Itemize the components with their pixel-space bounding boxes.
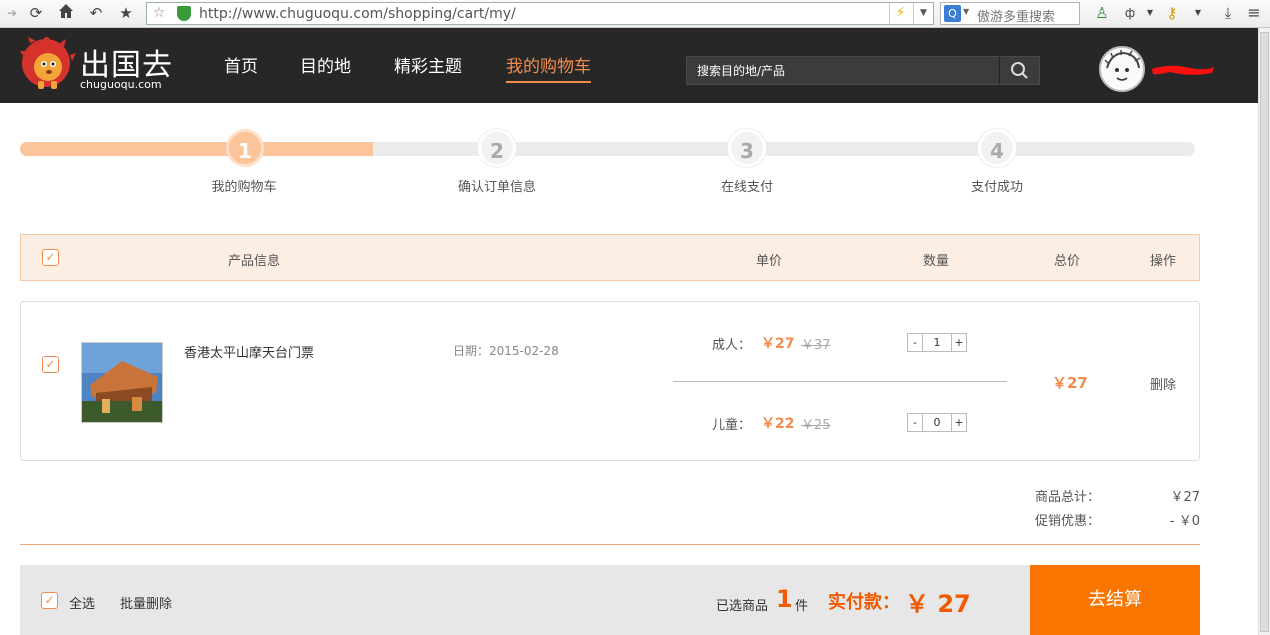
home-icon[interactable]	[56, 3, 76, 23]
chevron-down-icon[interactable]: ▼	[1140, 3, 1160, 23]
discount-value: - ￥0	[1169, 514, 1200, 529]
header-unit-price: 单价	[756, 254, 783, 269]
site-header: 出国去 chuguoqu.com 首页 目的地 精彩主题 我的购物车	[0, 28, 1258, 103]
refresh-icon[interactable]: ⟳	[26, 3, 46, 23]
page-scrollbar[interactable]	[1258, 28, 1270, 635]
site-search-bar	[686, 56, 1040, 85]
header-action: 操作	[1150, 254, 1177, 269]
cart-item: ✓ 香港太平山摩天台门票 日期：2015-02-28 成人： ￥27 ￥37 -…	[20, 301, 1200, 461]
step-4-label: 支付成功	[970, 180, 1023, 195]
batch-delete-link[interactable]: 批量删除	[120, 593, 172, 612]
checkout-button[interactable]: 去结算	[1030, 565, 1200, 635]
child-minus-button[interactable]: -	[908, 414, 923, 431]
child-label: 儿童：	[712, 418, 752, 433]
adult-minus-button[interactable]: -	[908, 334, 923, 351]
download-icon[interactable]: ⤓	[1218, 3, 1238, 23]
price-divider	[673, 381, 1007, 382]
product-date: 日期：2015-02-28	[453, 344, 559, 358]
child-quantity-value[interactable]: 0	[923, 414, 951, 431]
selected-prefix: 已选商品	[716, 599, 769, 614]
step-2-label: 确认订单信息	[457, 180, 536, 195]
nav-my-cart[interactable]: 我的购物车	[506, 52, 591, 83]
selected-count: 1	[776, 585, 793, 613]
summary-divider	[20, 544, 1200, 545]
child-original-price: ￥25	[801, 418, 831, 433]
scrollbar-thumb[interactable]	[1260, 32, 1269, 632]
browser-search-box[interactable]: Q ▼ 傲游多重搜索	[940, 2, 1080, 25]
user-icon[interactable]: ♙	[1092, 3, 1112, 23]
select-all-checkbox[interactable]: ✓	[41, 592, 58, 609]
checkout-bar: ✓ 全选 批量删除 已选商品 1 件 实付款： ￥ 27 去结算	[20, 565, 1200, 635]
step-4-circle: 4	[978, 129, 1016, 167]
search-engine-icon[interactable]: Q	[944, 5, 961, 22]
username-redacted	[1150, 62, 1216, 76]
star-outline-icon[interactable]: ☆	[149, 3, 169, 23]
pay-label: 实付款：	[828, 592, 900, 613]
nav-themes[interactable]: 精彩主题	[394, 52, 462, 77]
translate-icon[interactable]: ф	[1120, 3, 1140, 23]
logo-english[interactable]: chuguoqu.com	[80, 78, 162, 91]
menu-icon[interactable]: ≡	[1244, 3, 1264, 23]
step-1-circle: 1	[226, 129, 264, 167]
avatar[interactable]	[1099, 46, 1145, 92]
child-quantity-stepper: - 0 +	[907, 413, 967, 432]
step-1-label: 我的购物车	[211, 180, 277, 195]
header-select-checkbox[interactable]: ✓	[42, 249, 59, 266]
product-thumbnail[interactable]	[81, 342, 163, 423]
pay-amount: ￥ 27	[905, 590, 971, 618]
adult-quantity-stepper: - 1 +	[907, 333, 967, 352]
adult-plus-button[interactable]: +	[951, 334, 966, 351]
progress-fill	[20, 142, 373, 156]
adult-label: 成人：	[712, 338, 752, 353]
step-3-label: 在线支付	[720, 180, 773, 195]
subtotal-label: 商品总计：	[1035, 490, 1101, 505]
header-total: 总价	[1054, 254, 1081, 269]
browser-search-placeholder: 傲游多重搜索	[977, 10, 1056, 25]
bookmark-star-icon[interactable]: ★	[116, 3, 136, 23]
chevron-down-icon[interactable]: ▼	[1188, 3, 1208, 23]
nav-home[interactable]: 首页	[224, 52, 258, 77]
site-search-button[interactable]	[999, 57, 1039, 84]
delete-link[interactable]: 删除	[1150, 374, 1176, 393]
step-2-circle: 2	[478, 129, 516, 167]
item-total: ￥27	[1052, 374, 1088, 392]
header-product: 产品信息	[228, 254, 281, 269]
selected-suffix: 件	[795, 599, 809, 614]
hedgehog-logo-icon[interactable]	[20, 35, 76, 93]
child-price: ￥22	[761, 416, 795, 432]
dropdown-arrow-icon[interactable]: ▼	[913, 3, 933, 24]
chevron-down-icon[interactable]: ▼	[963, 7, 969, 16]
forward-arrow-icon[interactable]: ➔	[2, 3, 22, 23]
item-select-checkbox[interactable]: ✓	[42, 356, 59, 373]
subtotal-value: ￥27	[1170, 490, 1200, 505]
step-3-circle: 3	[728, 129, 766, 167]
select-all-label[interactable]: 全选	[69, 593, 95, 612]
adult-original-price: ￥37	[801, 338, 831, 353]
site-search-input[interactable]	[687, 57, 1001, 84]
nav-destinations[interactable]: 目的地	[300, 52, 351, 77]
lightning-icon[interactable]: ⚡	[889, 3, 911, 24]
product-name[interactable]: 香港太平山摩天台门票	[184, 342, 314, 361]
url-text[interactable]: http://www.chuguoqu.com/shopping/cart/my…	[199, 6, 516, 22]
security-shield-icon	[177, 6, 191, 21]
undo-icon[interactable]: ↶	[86, 3, 106, 23]
key-icon[interactable]: ⚷	[1162, 3, 1182, 23]
adult-price: ￥27	[761, 336, 795, 352]
header-quantity: 数量	[923, 254, 950, 269]
browser-toolbar: ➔ ⟳ ↶ ★ ☆ http://www.chuguoqu.com/shoppi…	[0, 0, 1270, 28]
cart-table-header: ✓ 产品信息 单价 数量 总价 操作	[20, 234, 1200, 281]
address-bar[interactable]: ☆ http://www.chuguoqu.com/shopping/cart/…	[146, 2, 934, 25]
discount-label: 促销优惠：	[1035, 514, 1101, 529]
child-plus-button[interactable]: +	[951, 414, 966, 431]
adult-quantity-value[interactable]: 1	[923, 334, 951, 351]
